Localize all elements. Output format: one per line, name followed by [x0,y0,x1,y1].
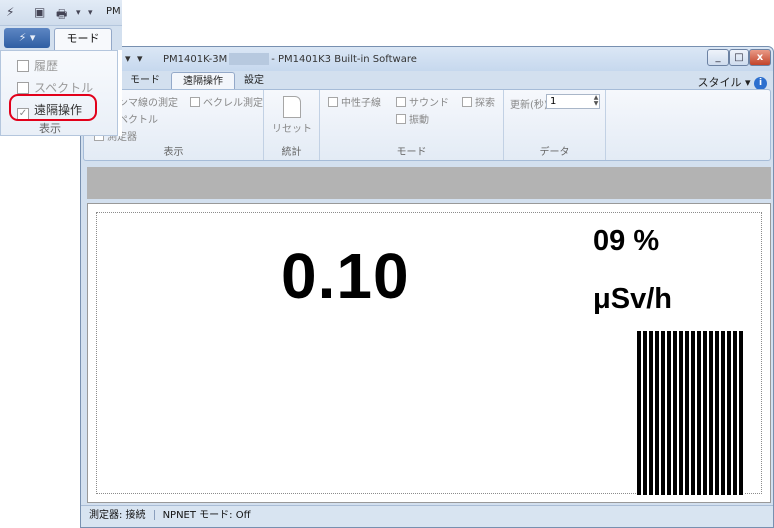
front-title-text: PM [106,6,121,17]
group-label-display: 表示 [39,122,61,135]
spectrum-label: ペクトル [118,115,158,126]
tab-mode[interactable]: モード [54,28,112,50]
display-frame: 0.10 09 % μSv/h [96,212,762,495]
minimize-button[interactable]: _ [707,49,729,66]
becquerel-checkbox[interactable]: ベクレル測定 [190,94,263,109]
image-icon[interactable]: ▣ [34,5,45,19]
print-icon[interactable]: 🖶 [56,5,67,26]
reset-button[interactable]: リセット [272,96,312,135]
group-label-display: 表示 [163,147,184,158]
search-checkbox[interactable]: 探索 [462,94,495,109]
highlight-annotation [9,94,97,121]
gamma-measure-label: ンマ線の測定 [118,98,178,109]
tab-settings[interactable]: 設定 [233,72,275,90]
tab-remote-operation[interactable]: 遠隔操作 [171,72,235,90]
dose-rate-value: 0.10 [281,240,410,312]
npnet-status: NPNET モード: Off [162,510,251,521]
spinner-icon[interactable]: ▲ ▼ [592,95,600,108]
title-right: - PM1401K3 Built-in Software [271,54,417,65]
search-label: 探索 [475,98,495,109]
ribbon-group-mode: 中性子線 サウンド 振動 探索 モード [320,90,504,160]
becquerel-label: ベクレル測定 [203,98,263,109]
neutron-checkbox[interactable]: 中性子線 [328,94,381,109]
window-title: PM1401K-3M - PM1401K3 Built-in Software [163,53,417,65]
checkbox-box [190,97,200,107]
checkbox-box [328,97,338,107]
group-label-data: データ [539,147,570,158]
group-label-mode: モード [396,147,427,158]
ribbon-group-stats: リセット 統計 [264,90,320,160]
status-bar: 測定器: 接続 NPNET モード: Off [81,505,773,527]
gamma-measure-checkbox[interactable]: ンマ線の測定 [118,94,178,109]
front-title-bar: ⚡ ▣ 🖶 ▾ ▾ PM [0,0,122,26]
title-bar: 🖶 ▾ ▾ PM1401K-3M- PM1401K3 Built-in Soft… [81,47,773,71]
style-menu-label: スタイル [697,76,742,89]
group-label-stats: 統計 [281,147,302,158]
tab-mode[interactable]: モード [119,72,171,90]
qat-customize-icon[interactable]: ▾ [137,52,143,65]
ribbon-group-data: 更新(秒) ▲▼ データ [504,90,606,160]
title-left: PM1401K-3M [163,54,228,65]
ribbon-tabs: モード 遠隔操作 設定 [81,71,773,90]
redacted-region [229,53,270,65]
checkbox-box [17,82,29,94]
gray-header-bar [87,167,771,199]
maximize-button[interactable]: □ [729,49,749,66]
front-window: ⚡ ▣ 🖶 ▾ ▾ PM ⚡ ▾ モード 履歴 スペクトル ✓ 遠隔操作 表示 [0,0,122,136]
qat-customize-icon[interactable]: ▾ [88,8,93,18]
chevron-down-icon[interactable]: ▾ [76,8,81,18]
dose-rate-unit: μSv/h [593,283,672,315]
app-menu-button[interactable]: ⚡ ▾ [4,28,50,48]
document-icon [283,96,301,118]
history-label: 履歴 [34,59,59,73]
status-separator [153,510,155,520]
checkbox-box [462,97,472,107]
history-checkbox[interactable]: 履歴 [17,57,58,74]
measurement-display: 0.10 09 % μSv/h [87,203,771,503]
ribbon-panel: ンマ線の測定 ペクトル 測定器 ベクレル測定 表示 リセット 統計 中性子線 サ… [83,89,771,161]
front-ribbon-tabs: ⚡ ▾ モード [0,26,122,50]
update-interval-label: 更新(秒) [510,100,548,111]
neutron-label: 中性子線 [341,98,381,109]
chevron-down-icon[interactable]: ▾ [125,52,131,65]
checkbox-box [17,60,29,72]
spectrum-checkbox[interactable]: ペクトル [118,111,158,126]
close-button[interactable]: x [749,49,771,66]
style-menu[interactable]: スタイル ▾ i [697,74,767,90]
vibration-label: 振動 [409,115,429,126]
vibration-checkbox[interactable]: 振動 [396,111,429,126]
checkbox-box [396,114,406,124]
spectrum-label: スペクトル [34,81,94,95]
level-indicator-bar [637,331,745,495]
app-logo-icon: ⚡ [6,5,15,19]
device-status: 測定器: 接続 [89,510,146,521]
reset-label: リセット [272,124,312,135]
main-window: 🖶 ▾ ▾ PM1401K-3M- PM1401K3 Built-in Soft… [80,46,774,528]
error-percent: 09 % [593,225,660,257]
sound-checkbox[interactable]: サウンド [396,94,449,109]
checkbox-box [396,97,406,107]
chevron-down-icon: ▾ [744,76,754,89]
help-icon[interactable]: i [754,76,767,90]
sound-label: サウンド [409,98,449,109]
